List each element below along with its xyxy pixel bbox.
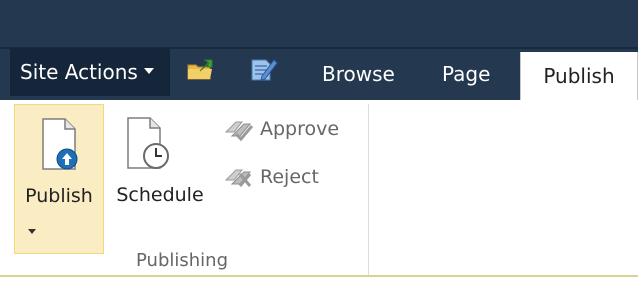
approve-button[interactable]: Approve <box>222 112 362 146</box>
tab-publish-label: Publish <box>543 64 615 88</box>
reject-button-label: Reject <box>260 166 319 188</box>
tab-page-label: Page <box>442 62 491 86</box>
schedule-button-label: Schedule <box>116 184 204 206</box>
site-actions-menu[interactable]: Site Actions <box>10 48 170 96</box>
schedule-button[interactable]: Schedule <box>108 104 212 254</box>
publish-button[interactable]: Publish <box>14 104 104 254</box>
chevron-down-icon <box>143 67 154 74</box>
tab-browse[interactable]: Browse <box>322 50 402 96</box>
ribbon-bottom-border <box>0 275 638 282</box>
schedule-icon <box>122 114 172 176</box>
publish-icon <box>37 115 81 177</box>
reject-button[interactable]: Reject <box>222 160 362 194</box>
chevron-down-icon[interactable] <box>28 229 36 234</box>
site-actions-label: Site Actions <box>20 60 138 84</box>
tab-publish[interactable]: Publish <box>520 52 638 100</box>
edit-page-icon[interactable] <box>248 54 278 88</box>
reject-icon <box>222 162 256 203</box>
tab-browse-label: Browse <box>322 62 395 86</box>
publishing-group-label: Publishing <box>136 250 228 271</box>
publish-button-label: Publish <box>25 185 93 207</box>
ribbon-group-divider <box>368 104 369 276</box>
navigate-up-icon[interactable] <box>186 56 216 86</box>
approve-button-label: Approve <box>260 118 340 140</box>
tab-page[interactable]: Page <box>442 50 502 96</box>
approve-icon <box>222 114 256 155</box>
